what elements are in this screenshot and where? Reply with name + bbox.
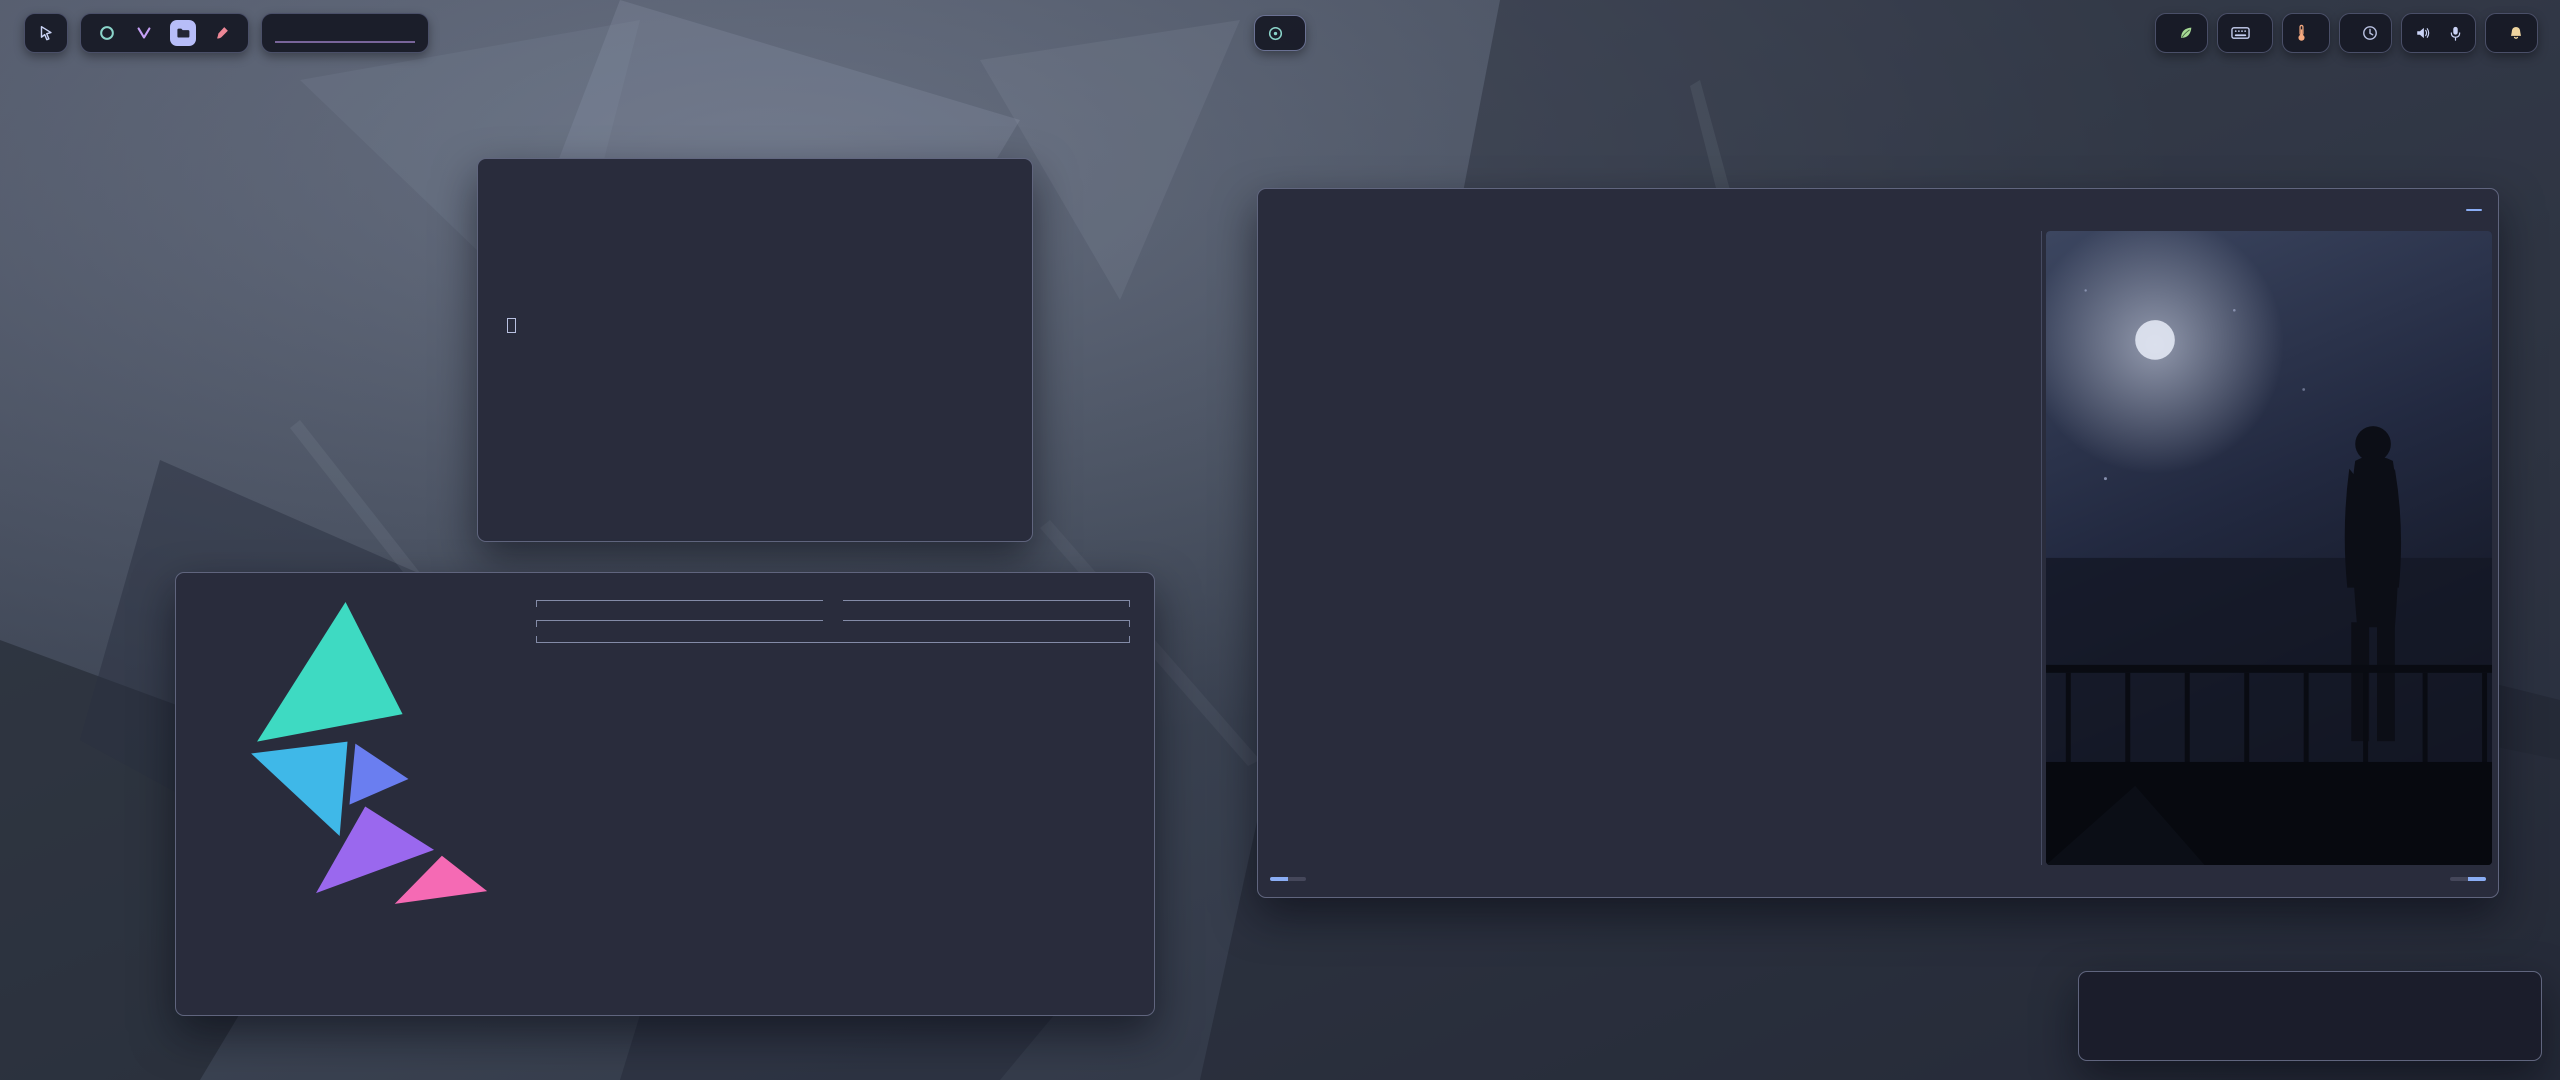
- visualizer-bars: [275, 23, 415, 43]
- image-preview-pane: [2046, 231, 2492, 865]
- bar-left-modules: [24, 13, 429, 53]
- scroll-percent-badge: [2450, 877, 2468, 881]
- panel-divider: [2041, 231, 2043, 865]
- workspace-vim-icon[interactable]: [133, 22, 155, 44]
- list-position-badge: [2468, 877, 2486, 881]
- updates-module[interactable]: [2155, 13, 2208, 53]
- audio-visualizer-module[interactable]: [261, 13, 429, 53]
- system-info-panel: [536, 591, 1130, 914]
- microphone-icon: [2449, 25, 2462, 42]
- workspace-circle-icon[interactable]: [96, 22, 118, 44]
- bell-icon: [2508, 25, 2524, 41]
- folder-sidebar: [1266, 231, 1398, 865]
- volume-module[interactable]: [2401, 13, 2476, 53]
- hyprland-logo: [200, 591, 500, 914]
- terminal-status-line: [500, 298, 1010, 318]
- file-manager-header: [1258, 189, 2498, 225]
- file-manager-window[interactable]: [1257, 188, 2499, 898]
- workspaces-module: [80, 13, 249, 53]
- launcher-button[interactable]: [24, 13, 68, 53]
- file-list-header: [500, 258, 1010, 278]
- file-list-panel: [1398, 231, 2037, 865]
- keyboard-icon: [2231, 26, 2250, 40]
- workspace-folder-icon-active[interactable]: [170, 20, 196, 46]
- preview-image: [2046, 231, 2492, 865]
- terminal-command-line: [500, 238, 1010, 258]
- disc-icon: [1268, 26, 1283, 41]
- text-cursor: [507, 318, 516, 333]
- file-size-badge: [1288, 877, 1306, 881]
- clock-icon: [2362, 25, 2378, 41]
- keyboard-layout-module[interactable]: [2217, 13, 2273, 53]
- bar-right-modules: [2155, 13, 2538, 53]
- status-bar: [1258, 865, 2498, 897]
- terminal-prompt-line[interactable]: [500, 318, 1010, 338]
- cursor-arrow-icon: [37, 24, 55, 42]
- mode-badge: [1270, 877, 1288, 881]
- notifications-module[interactable]: [2485, 13, 2538, 53]
- desktop: [0, 0, 2560, 1080]
- hardware-section-header: [536, 593, 1130, 613]
- speaker-icon: [2415, 25, 2431, 41]
- file-manager-body: [1258, 225, 2498, 865]
- music-module[interactable]: [1254, 15, 1306, 51]
- workspace-brush-icon[interactable]: [211, 22, 233, 44]
- notification-popup[interactable]: [2078, 971, 2542, 1061]
- terminal-window[interactable]: [477, 158, 1033, 542]
- thermometer-icon: [2296, 24, 2307, 42]
- leaf-icon: [2178, 25, 2194, 41]
- temperature-module[interactable]: [2282, 13, 2330, 53]
- terminal-command-line: [500, 178, 1010, 198]
- software-section-header: [536, 613, 1130, 633]
- system-info-window[interactable]: [175, 572, 1155, 1016]
- tab-badge[interactable]: [2466, 209, 2482, 211]
- terminal-status-line: [500, 218, 1010, 238]
- clock-module[interactable]: [2339, 13, 2392, 53]
- section-close-border: [536, 636, 1130, 643]
